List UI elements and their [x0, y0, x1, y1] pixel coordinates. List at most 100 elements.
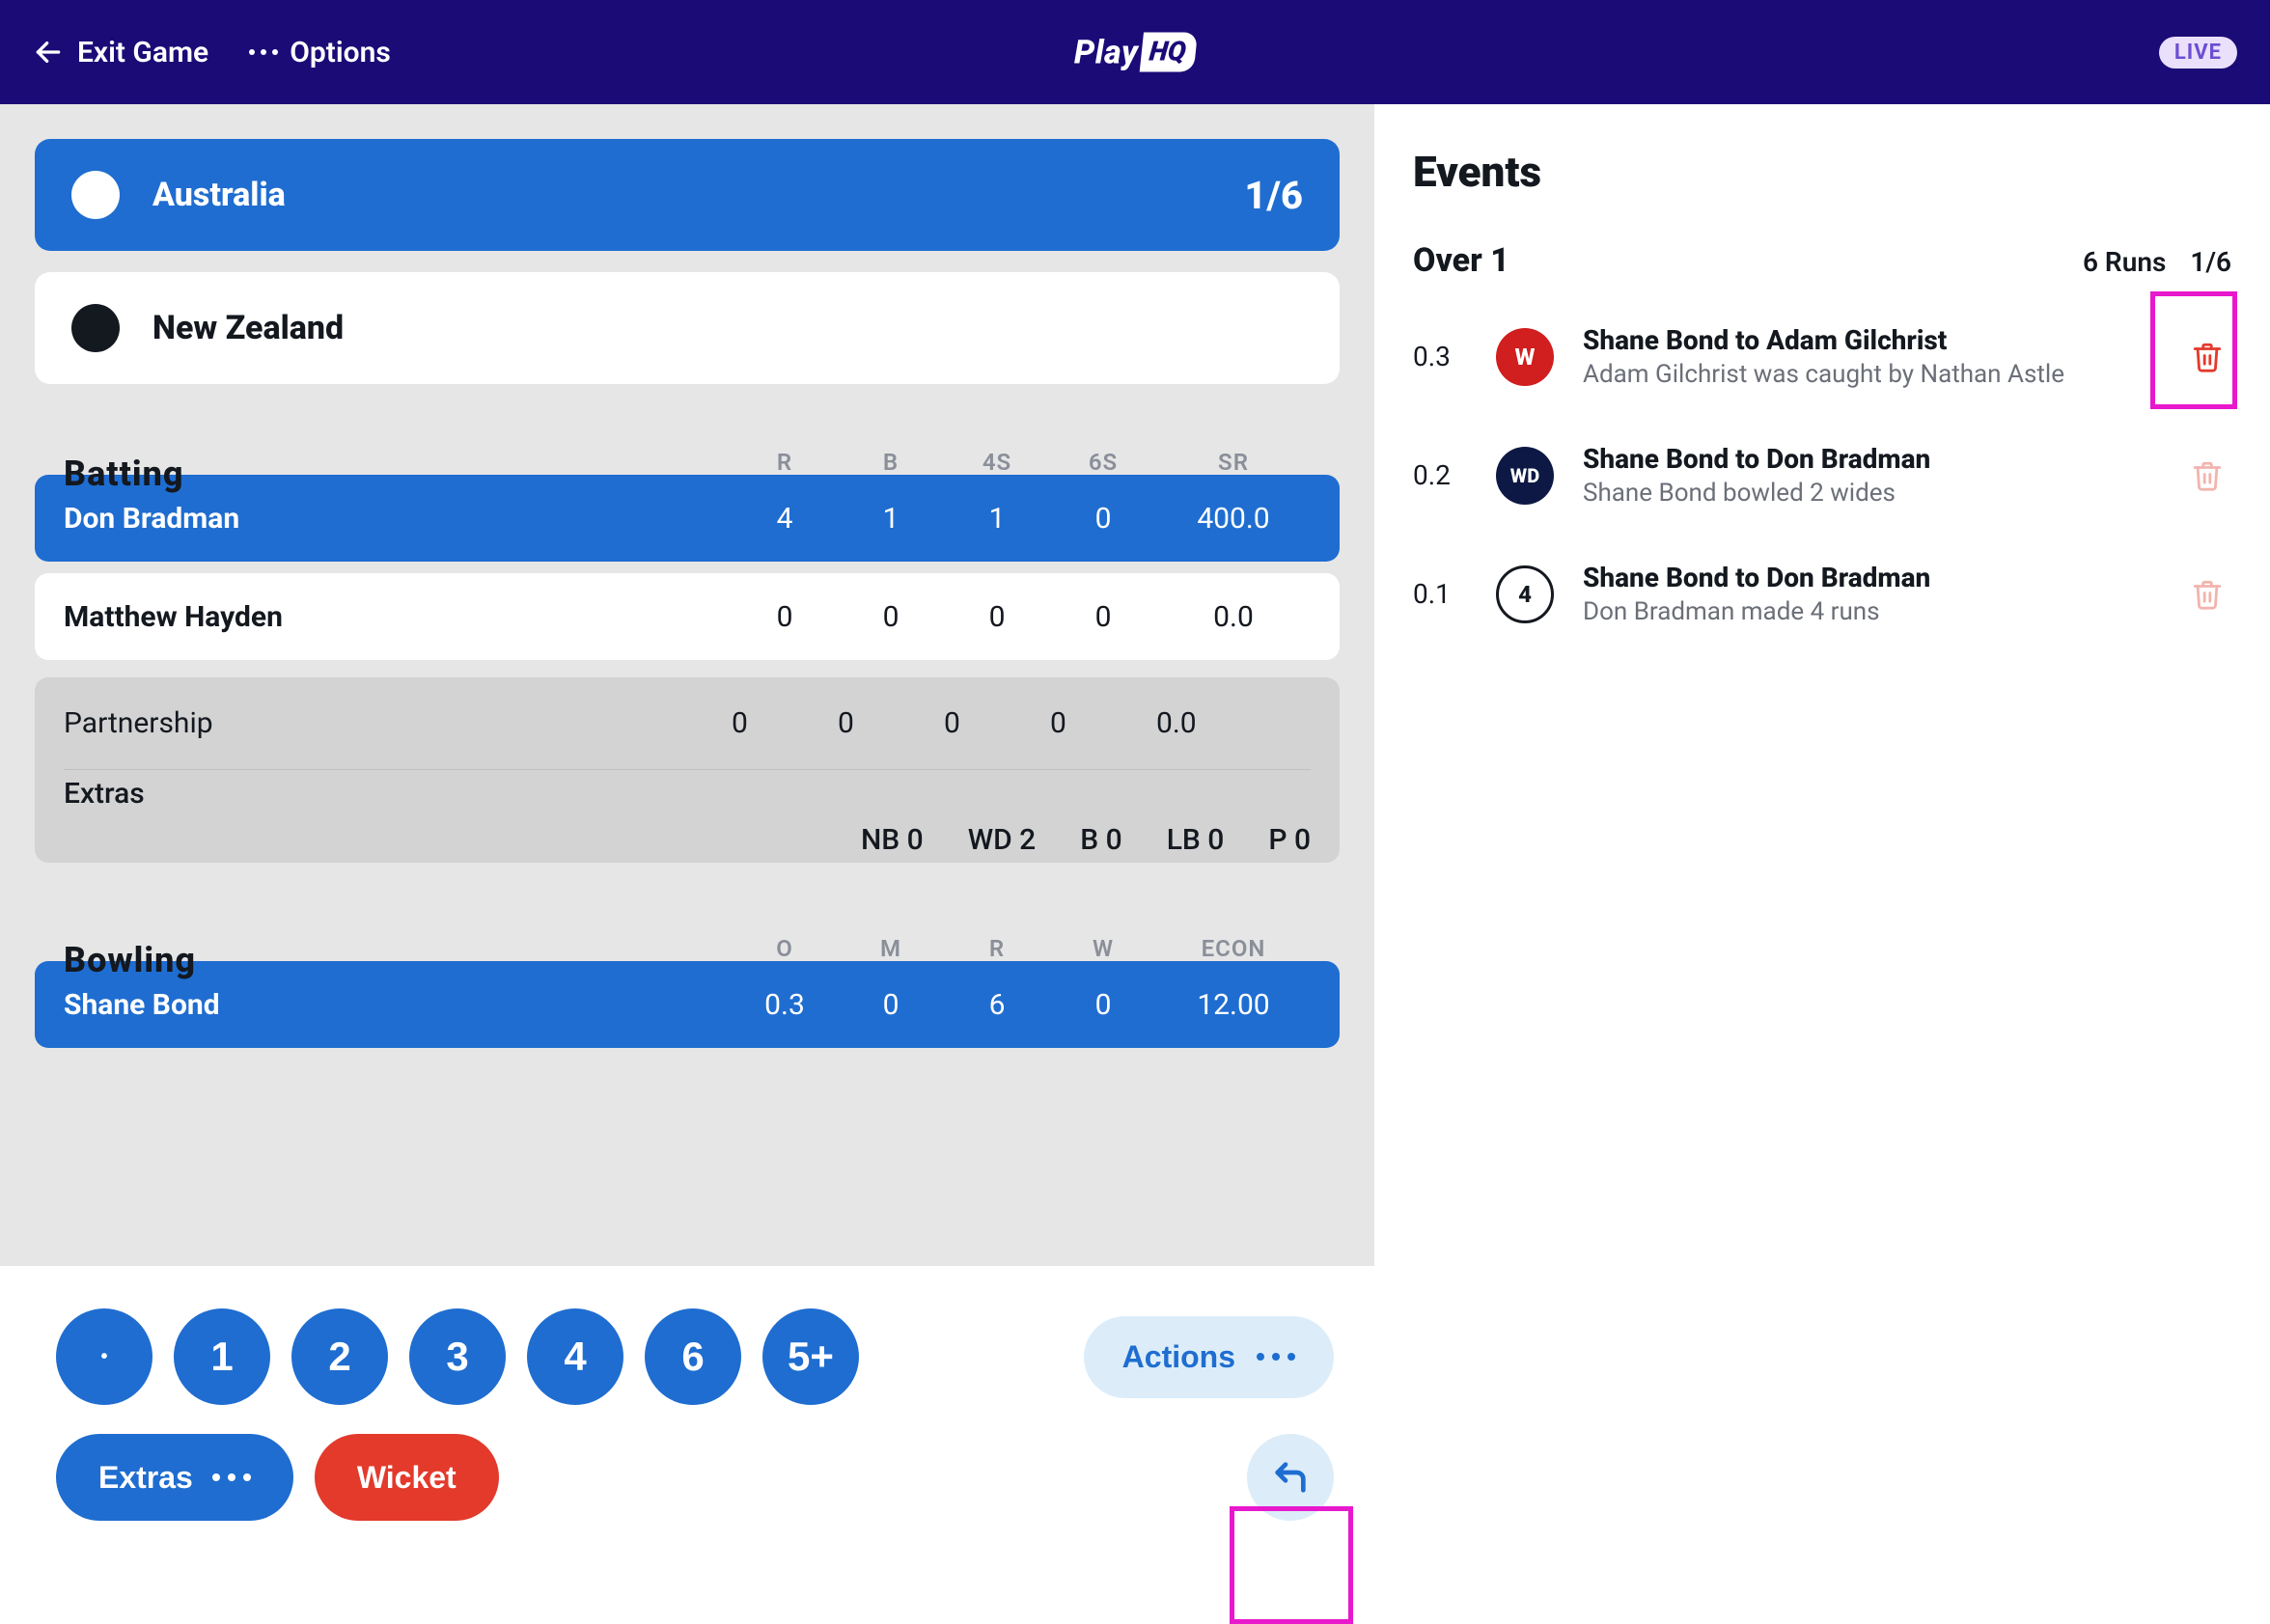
bowling-header-row: Bowling O M R W ECON: [35, 911, 1340, 950]
live-badge: LIVE: [2159, 37, 2237, 69]
wicket-button[interactable]: Wicket: [315, 1434, 499, 1521]
logo-play-text: Play: [1074, 33, 1138, 71]
event-title: Shane Bond to Don Bradman: [1583, 443, 2154, 475]
event-desc: Shane Bond bowled 2 wides: [1583, 479, 2154, 508]
undo-button[interactable]: [1247, 1434, 1334, 1521]
logo-hq-text: HQ: [1140, 33, 1198, 72]
over-header: Over 1 6 Runs 1/6: [1413, 241, 2231, 280]
team-name: Australia: [152, 176, 286, 214]
run-button-4[interactable]: 4: [527, 1308, 623, 1405]
col-o: O: [732, 935, 838, 962]
batting-row[interactable]: Matthew Hayden00000.0: [35, 573, 1340, 660]
app-logo: Play HQ: [1074, 33, 1196, 72]
col-m: M: [838, 935, 944, 962]
team-color-dot: [71, 304, 120, 352]
bowler-w: 0: [1050, 988, 1156, 1022]
col-6s: 6S: [1050, 449, 1156, 476]
batter-sr: 400.0: [1156, 502, 1311, 536]
extras-p: P 0: [1268, 823, 1311, 857]
partnership-4s: 0: [944, 706, 1050, 740]
over-score: 1/6: [2190, 246, 2231, 278]
batter-sr: 0.0: [1156, 600, 1311, 634]
trash-icon: [2191, 459, 2224, 492]
delete-event-button[interactable]: [2183, 570, 2231, 619]
topbar: Exit Game Options Play HQ LIVE: [0, 0, 2270, 104]
col-sr: SR: [1156, 449, 1311, 476]
scoreboard-pane: Australia 1/6 New Zealand Batting R B 4 S…: [0, 104, 1374, 1573]
col-w: W: [1050, 935, 1156, 962]
batter-r: 4: [732, 502, 838, 536]
bowler-econ: 12.00: [1156, 988, 1311, 1022]
partnership-label: Partnership: [64, 706, 732, 740]
delete-event-button[interactable]: [2183, 333, 2231, 381]
ball-actions-button[interactable]: Actions: [1084, 1316, 1334, 1398]
col-r2: R: [944, 935, 1050, 962]
wicket-button-label: Wicket: [357, 1460, 457, 1496]
events-heading: Events: [1413, 147, 2231, 197]
partnership-r: 0: [732, 706, 838, 740]
team-row-active[interactable]: Australia 1/6: [35, 139, 1340, 251]
extras-button[interactable]: Extras: [56, 1434, 293, 1521]
extras-row: Extras NB 0 WD 2 B 0 LB 0 P 0: [64, 770, 1311, 863]
extras-button-label: Extras: [98, 1460, 193, 1496]
run-button-3[interactable]: 3: [409, 1308, 506, 1405]
batter-b: 0: [838, 600, 944, 634]
arrow-left-icon: [33, 37, 64, 68]
tutorial-highlight-undo: [1230, 1506, 1353, 1624]
team-name: New Zealand: [152, 309, 344, 347]
event-badge: WD: [1496, 447, 1554, 505]
trash-icon: [2191, 578, 2224, 611]
event-over: 0.3: [1413, 341, 1467, 372]
batting-heading: Batting: [64, 454, 732, 494]
col-b: B: [838, 449, 944, 476]
exit-game-button[interactable]: Exit Game: [33, 36, 208, 69]
events-pane: Events Over 1 6 Runs 1/6 0.3 W Shane Bond …: [1374, 104, 2270, 1573]
bowler-r: 6: [944, 988, 1050, 1022]
dots-icon: [249, 49, 278, 55]
options-button[interactable]: Options: [249, 36, 391, 69]
run-button-1[interactable]: 1: [174, 1308, 270, 1405]
batter-6s: 0: [1050, 502, 1156, 536]
event-desc: Don Bradman made 4 runs: [1583, 597, 2154, 626]
bowling-heading: Bowling: [64, 940, 732, 980]
run-button-5+[interactable]: 5+: [762, 1308, 859, 1405]
dots-icon: [212, 1473, 251, 1481]
actions-label: Actions: [1122, 1339, 1235, 1375]
delete-event-button[interactable]: [2183, 452, 2231, 500]
col-r: R: [732, 449, 838, 476]
exit-game-label: Exit Game: [77, 36, 208, 69]
event-title: Shane Bond to Don Bradman: [1583, 562, 2154, 593]
batter-4s: 1: [944, 502, 1050, 536]
batter-name: Matthew Hayden: [64, 600, 732, 634]
event-over: 0.2: [1413, 459, 1467, 491]
extras-lb: LB 0: [1167, 823, 1225, 857]
event-badge: W: [1496, 328, 1554, 386]
trash-icon: [2191, 341, 2224, 373]
options-label: Options: [290, 36, 391, 69]
partnership-sr: 0.0: [1156, 706, 1311, 740]
batter-b: 1: [838, 502, 944, 536]
event-desc: Adam Gilchrist was caught by Nathan Astl…: [1583, 360, 2154, 389]
event-badge: 4: [1496, 565, 1554, 623]
action-bar: •123465+ Actions Extras Wicket: [0, 1266, 1374, 1573]
run-button-dot[interactable]: •: [56, 1308, 152, 1405]
team-score: 1/6: [1244, 173, 1303, 218]
partnership-b: 0: [838, 706, 944, 740]
run-button-6[interactable]: 6: [645, 1308, 741, 1405]
extras-label: Extras: [64, 777, 1311, 811]
bowler-name: Shane Bond: [64, 988, 732, 1022]
run-button-2[interactable]: 2: [291, 1308, 388, 1405]
extras-wd: WD 2: [968, 823, 1037, 857]
over-label: Over 1: [1413, 241, 1509, 280]
partnership-row: Partnership 0 0 0 0 0.0: [64, 677, 1311, 770]
team-color-dot: [71, 171, 120, 219]
extras-b: B 0: [1080, 823, 1121, 857]
undo-icon: [1271, 1458, 1310, 1497]
event-row: 0.14Shane Bond to Don BradmanDon Bradman…: [1413, 535, 2231, 653]
event-title: Shane Bond to Adam Gilchrist: [1583, 324, 2154, 356]
batter-name: Don Bradman: [64, 502, 732, 536]
extras-nb: NB 0: [861, 823, 924, 857]
event-row: 0.3 W Shane Bond to Adam Gilchrist Adam Gil…: [1413, 297, 2231, 416]
batter-6s: 0: [1050, 600, 1156, 634]
team-row-inactive[interactable]: New Zealand: [35, 272, 1340, 384]
